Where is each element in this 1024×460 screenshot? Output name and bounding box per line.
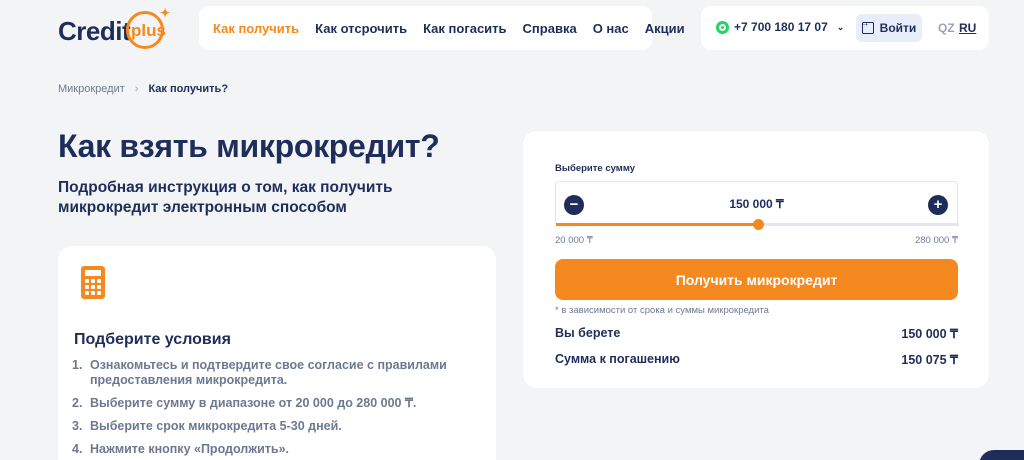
lang-qz[interactable]: QZ: [938, 21, 955, 35]
breadcrumb-separator: ›: [134, 83, 139, 95]
page-subtitle: Подробная инструкция о том, как получить…: [58, 179, 393, 216]
nav-item-promotions[interactable]: Акции: [645, 21, 685, 36]
nav-item-help[interactable]: Справка: [523, 21, 577, 36]
breadcrumb-parent[interactable]: Микрокредит: [58, 83, 125, 95]
phone-dropdown[interactable]: +7 700 180 17 07 ⌄: [716, 20, 844, 34]
repay-amount-row: Сумма к погашению 150 075 ₸: [555, 352, 958, 367]
list-item: 3. Выберите срок микрокредита 5-30 дней.: [72, 419, 342, 433]
get-microcredit-button[interactable]: Получить микрокредит: [555, 259, 958, 300]
steps-list: 1. Ознакомьтесь и подтвердите свое соглас…: [72, 358, 472, 460]
amount-value: 150 000 ₸: [729, 197, 784, 211]
list-item: 2. Выберите сумму в диапазоне от 20 000 д…: [72, 396, 417, 410]
login-label: Войти: [879, 21, 917, 35]
nav-item-how-to-repay[interactable]: Как погасить: [423, 21, 506, 36]
slider-fill: [556, 223, 758, 226]
repay-label: Сумма к погашению: [555, 352, 680, 366]
page-title: Как взять микрокредит?: [58, 128, 440, 164]
footnote: * в зависимости от срока и суммы микрокр…: [555, 305, 769, 316]
chat-widget-button[interactable]: [979, 450, 1024, 460]
breadcrumb: Микрокредит › Как получить?: [58, 83, 228, 95]
amount-label: Выберите сумму: [555, 163, 635, 174]
loan-calculator: Выберите сумму − 150 000 ₸ + 20 000 ₸ 28…: [523, 131, 989, 388]
slider-thumb[interactable]: [752, 219, 764, 230]
sparkle-icon: ✦: [160, 6, 171, 20]
steps-card-title: Подберите условия: [74, 331, 231, 348]
take-label: Вы берете: [555, 326, 621, 340]
login-button[interactable]: Войти: [856, 14, 922, 42]
steps-card: Подберите условия 1. Ознакомьтесь и подтв…: [58, 246, 496, 460]
header-actions: +7 700 180 17 07 ⌄ Войти QZ RU: [701, 6, 989, 50]
phone-number: +7 700 180 17 07: [734, 20, 828, 34]
take-value: 150 000 ₸: [901, 327, 958, 341]
range-min-label: 20 000 ₸: [555, 235, 593, 246]
list-item: 4. Нажмите кнопку «Продолжить».: [72, 442, 290, 456]
main-nav: Как получить Как отсрочить Как погасить …: [199, 6, 685, 50]
logo-plus: plus: [131, 21, 166, 40]
whatsapp-icon: [716, 20, 729, 34]
calculator-icon: [81, 266, 105, 299]
range-max-label: 280 000 ₸: [914, 235, 958, 246]
logo-word: Credit: [58, 16, 131, 46]
chevron-down-icon: ⌄: [836, 21, 845, 32]
nav-item-about[interactable]: О нас: [593, 21, 629, 36]
nav-item-how-to-get[interactable]: Как получить: [213, 21, 299, 36]
logo[interactable]: Credit plus ✦: [58, 6, 173, 52]
repay-value: 150 075 ₸: [901, 353, 958, 367]
nav-item-how-to-defer[interactable]: Как отсрочить: [315, 21, 407, 36]
take-amount-row: Вы берете 150 000 ₸: [555, 326, 958, 341]
breadcrumb-current: Как получить?: [148, 83, 229, 95]
increase-button[interactable]: +: [928, 195, 948, 215]
amount-field[interactable]: − 150 000 ₸ +: [555, 181, 959, 230]
login-icon: [860, 18, 874, 34]
list-item: 1. Ознакомьтесь и подтвердите свое соглас…: [72, 358, 447, 387]
amount-slider[interactable]: [556, 219, 959, 230]
lang-ru[interactable]: RU: [959, 21, 976, 35]
